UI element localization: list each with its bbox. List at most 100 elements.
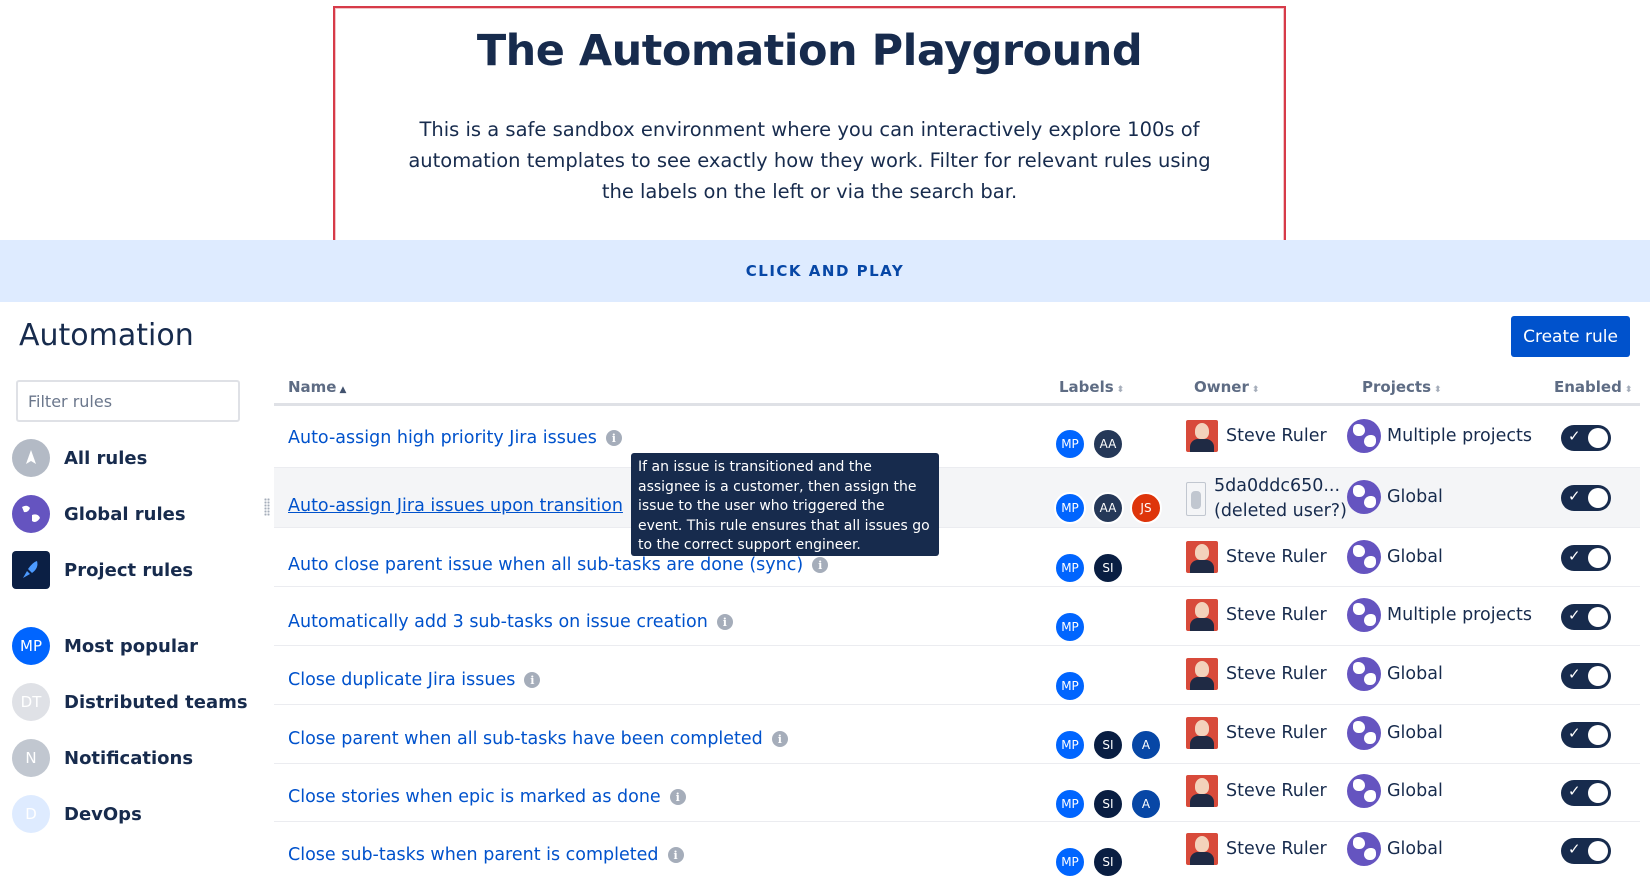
info-icon[interactable]: i — [812, 557, 829, 573]
table-row[interactable]: Auto-assign high priority Jira issues i M… — [274, 408, 1640, 468]
enabled-toggle[interactable]: ✓ — [1561, 722, 1611, 748]
table-row[interactable]: Automatically add 3 sub-tasks on issue c… — [274, 587, 1640, 646]
globe-icon — [12, 495, 50, 533]
project-cell: Multiple projects — [1347, 419, 1532, 453]
column-header-enabled[interactable]: Enabled ⬍ — [1554, 378, 1632, 396]
label-badge[interactable]: AA — [1092, 428, 1124, 460]
enabled-toggle[interactable]: ✓ — [1561, 663, 1611, 689]
info-icon[interactable]: i — [524, 672, 541, 688]
owner-cell: Steve Ruler — [1186, 599, 1327, 631]
sidebar-item-label: Global rules — [64, 503, 186, 525]
column-header-labels[interactable]: Labels ⬍ — [1059, 378, 1124, 396]
owner-cell: Steve Ruler — [1186, 658, 1327, 690]
label-badge[interactable]: AA — [1092, 492, 1124, 524]
info-icon[interactable]: i — [716, 614, 733, 630]
enabled-toggle[interactable]: ✓ — [1561, 545, 1611, 571]
check-icon: ✓ — [1568, 427, 1581, 445]
sidebar-item-project-rules[interactable]: Project rules — [12, 548, 193, 592]
rule-name-link[interactable]: Auto-assign high priority Jira issues i — [288, 428, 622, 448]
enabled-toggle[interactable]: ✓ — [1561, 780, 1611, 806]
project-cell: Global — [1347, 716, 1443, 750]
label-badge[interactable]: MP — [1054, 611, 1086, 643]
info-icon[interactable]: i — [605, 430, 622, 446]
enabled-toggle[interactable]: ✓ — [1561, 425, 1611, 451]
click-and-play-banner[interactable]: CLICK AND PLAY — [0, 240, 1650, 302]
sidebar-item-label: Project rules — [64, 559, 194, 581]
rule-name-link[interactable]: Auto-assign Jira issues upon transitioni — [288, 496, 648, 516]
rule-name-link[interactable]: Close duplicate Jira issues i — [288, 670, 541, 690]
info-icon[interactable]: i — [667, 847, 684, 863]
avatar — [1186, 775, 1218, 807]
sidebar-item-global-rules[interactable]: Global rules — [12, 492, 186, 536]
info-icon[interactable]: i — [669, 789, 686, 805]
labels-cell: MP — [1054, 670, 1092, 702]
label-badge[interactable]: SI — [1092, 788, 1124, 820]
globe-icon — [1347, 716, 1381, 750]
hero-title: The Automation Playground — [476, 26, 1143, 76]
table-row[interactable]: Close sub-tasks when parent is completed… — [274, 822, 1640, 881]
project-cell: Multiple projects — [1347, 598, 1532, 632]
sidebar-item-notifications[interactable]: N Notifications — [12, 736, 193, 780]
rule-description-tooltip: If an issue is transitioned and the assi… — [631, 453, 939, 556]
create-rule-button[interactable]: Create rule — [1511, 316, 1630, 357]
labels-cell: MP SI A — [1054, 729, 1168, 761]
info-icon[interactable]: i — [771, 731, 788, 747]
column-header-name[interactable]: Name ▲ — [288, 378, 346, 396]
label-badge[interactable]: JS — [1130, 492, 1162, 524]
sidebar-item-label: DevOps — [64, 803, 142, 825]
hero-box: The Automation Playground This is a safe… — [333, 6, 1286, 245]
table-row[interactable]: Auto close parent issue when all sub-tas… — [274, 528, 1640, 587]
label-badge[interactable]: SI — [1092, 846, 1124, 878]
filter-rules-input[interactable] — [16, 380, 240, 422]
label-badge[interactable]: MP — [1054, 552, 1086, 584]
label-badge[interactable]: SI — [1092, 552, 1124, 584]
column-header-owner[interactable]: Owner ⬍ — [1194, 378, 1259, 396]
rule-name-link[interactable]: Close sub-tasks when parent is completed… — [288, 845, 684, 865]
rule-name-link[interactable]: Auto close parent issue when all sub-tas… — [288, 555, 829, 575]
table-header: Name ▲ Labels ⬍ Owner ⬍ Projects ⬍ Enabled ⬍ — [274, 370, 1640, 406]
label-badge[interactable]: MP — [1054, 492, 1086, 524]
enabled-toggle[interactable]: ✓ — [1561, 604, 1611, 630]
sidebar-item-most-popular[interactable]: MP Most popular — [12, 624, 198, 668]
table-row[interactable]: Close parent when all sub-tasks have bee… — [274, 705, 1640, 764]
sidebar-item-label: All rules — [64, 447, 148, 469]
sidebar-item-all-rules[interactable]: All rules — [12, 436, 147, 480]
globe-icon — [1347, 832, 1381, 866]
label-badge[interactable]: A — [1130, 788, 1162, 820]
label-badge[interactable]: MP — [1054, 788, 1086, 820]
table-row[interactable]: Close stories when epic is marked as don… — [274, 764, 1640, 822]
owner-id: 5da0ddc650... — [1214, 476, 1341, 496]
check-icon: ✓ — [1568, 665, 1581, 683]
table-row[interactable]: Close duplicate Jira issues i MP Steve Ru… — [274, 646, 1640, 705]
labels-cell: MP AA — [1054, 428, 1130, 460]
label-badge-mp: MP — [12, 627, 50, 665]
project-cell: Global — [1347, 540, 1443, 574]
sidebar-item-distributed-teams[interactable]: DT Distributed teams — [12, 680, 248, 724]
project-cell: Global — [1347, 832, 1443, 866]
label-badge[interactable]: MP — [1054, 428, 1086, 460]
table-row[interactable]: Auto-assign Jira issues upon transitioni… — [264, 468, 1640, 528]
label-badge-dt: DT — [12, 683, 50, 721]
labels-cell: MP SI — [1054, 846, 1130, 878]
label-badge[interactable]: SI — [1092, 729, 1124, 761]
project-cell: Global — [1347, 774, 1443, 808]
label-badge[interactable]: MP — [1054, 729, 1086, 761]
label-badge[interactable]: MP — [1054, 670, 1086, 702]
rule-name-link[interactable]: Close stories when epic is marked as don… — [288, 787, 686, 807]
labels-cell: MP AA JS — [1054, 492, 1168, 524]
owner-cell: Steve Ruler — [1186, 420, 1327, 452]
avatar — [1186, 833, 1218, 865]
rule-name-link[interactable]: Close parent when all sub-tasks have bee… — [288, 729, 788, 749]
sidebar-item-devops[interactable]: D DevOps — [12, 792, 142, 836]
rule-name-link[interactable]: Automatically add 3 sub-tasks on issue c… — [288, 612, 733, 632]
hero-description: This is a safe sandbox environment where… — [408, 118, 1211, 203]
enabled-toggle[interactable]: ✓ — [1561, 485, 1611, 511]
column-header-projects[interactable]: Projects ⬍ — [1362, 378, 1442, 396]
enabled-toggle[interactable]: ✓ — [1561, 838, 1611, 864]
sidebar-item-label: Notifications — [64, 747, 194, 769]
label-badge[interactable]: MP — [1054, 846, 1086, 878]
check-icon: ✓ — [1568, 782, 1581, 800]
label-badge[interactable]: A — [1130, 729, 1162, 761]
drag-handle-icon[interactable] — [264, 498, 270, 516]
owner-cell: Steve Ruler — [1186, 833, 1327, 865]
